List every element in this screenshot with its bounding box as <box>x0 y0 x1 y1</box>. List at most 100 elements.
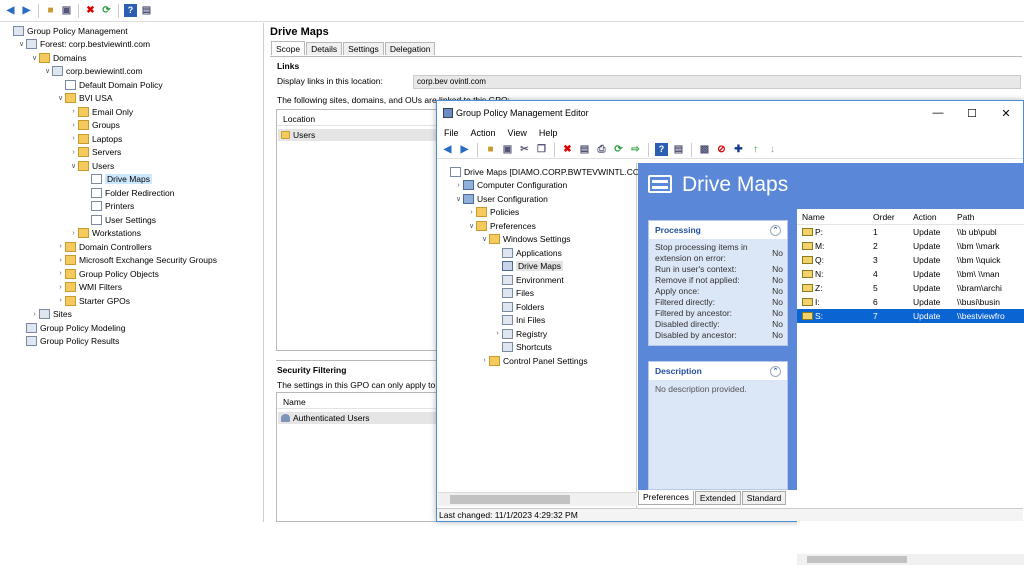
tree-item[interactable]: Files <box>493 287 534 300</box>
list-item[interactable]: S: 7 Update \\bestviewfro <box>797 309 1024 323</box>
tree-item[interactable]: ∨ Windows Settings <box>480 233 571 246</box>
minimize-icon[interactable]: — <box>921 101 955 125</box>
tab-scope[interactable]: Scope <box>271 41 306 55</box>
tree-item[interactable]: ∨ Forest: corp.bestviewintl.com <box>17 38 150 51</box>
tab-delegation[interactable]: Delegation <box>384 42 436 55</box>
menu-help[interactable]: Help <box>539 128 558 138</box>
tree-item[interactable]: ∨ BVI USA <box>56 92 113 105</box>
expanded-chevron-icon[interactable]: ∨ <box>56 94 65 102</box>
collapsed-chevron-icon[interactable]: › <box>467 209 476 216</box>
print-icon[interactable]: ⎙ <box>595 143 608 156</box>
back-icon[interactable]: ◀ <box>441 143 454 156</box>
scrollbar-thumb[interactable] <box>807 556 907 563</box>
up-folder-icon[interactable]: ■ <box>484 143 497 156</box>
collapsed-chevron-icon[interactable]: › <box>56 297 65 304</box>
expanded-chevron-icon[interactable]: ∨ <box>69 162 78 170</box>
cut-icon[interactable]: ✂ <box>518 143 531 156</box>
collapsed-chevron-icon[interactable]: › <box>56 270 65 277</box>
collapsed-chevron-icon[interactable]: › <box>56 257 65 264</box>
list-item[interactable]: P: 1 Update \\b ub\publ <box>797 225 1024 239</box>
tree-item[interactable]: Group Policy Management <box>4 24 128 37</box>
export-icon[interactable]: ⇨ <box>629 143 642 156</box>
tab-details[interactable]: Details <box>306 42 343 55</box>
tree-item[interactable]: Folder Redirection <box>82 186 174 199</box>
tree-item[interactable]: Printers <box>82 200 134 213</box>
tree-item[interactable]: ∨ corp.bewiewintl.com <box>43 65 143 78</box>
location-column-header[interactable]: Location <box>277 110 445 126</box>
tree-item[interactable]: Shortcuts <box>493 341 552 354</box>
refresh-icon[interactable]: ⟳ <box>100 4 113 17</box>
tree-item[interactable]: Folders <box>493 300 544 313</box>
delete-icon[interactable]: ✖ <box>561 143 574 156</box>
list-item[interactable]: Q: 3 Update \\bm \\quick <box>797 253 1024 267</box>
copy-icon[interactable]: ❐ <box>535 143 548 156</box>
collapsed-chevron-icon[interactable]: › <box>454 182 463 189</box>
help-icon[interactable]: ? <box>655 143 668 156</box>
column-action[interactable]: Action <box>913 212 957 222</box>
menu-action[interactable]: Action <box>471 128 496 138</box>
collapse-icon[interactable]: ⌃ <box>770 365 781 377</box>
tree-item[interactable]: Group Policy Results <box>17 335 119 348</box>
collapse-icon[interactable]: ⌃ <box>770 224 781 236</box>
maximize-icon[interactable]: ☐ <box>955 101 989 125</box>
tab-preferences[interactable]: Preferences <box>638 491 694 505</box>
tree-item[interactable]: ∨ Users <box>69 159 114 172</box>
move-down-icon[interactable]: ↓ <box>766 143 779 156</box>
list-item[interactable]: I: 6 Update \\busi\busin <box>797 295 1024 309</box>
tree-item[interactable]: › Starter GPOs <box>56 294 130 307</box>
tree-item[interactable]: › Laptops <box>69 132 122 145</box>
tree-item[interactable]: Applications <box>493 246 562 259</box>
display-links-select[interactable]: corp.bev ovintl.com <box>413 75 1021 89</box>
properties-icon[interactable]: ▤ <box>578 143 591 156</box>
collapsed-chevron-icon[interactable]: › <box>30 311 39 318</box>
column-name[interactable]: Name <box>797 212 873 222</box>
collapsed-chevron-icon[interactable]: › <box>69 108 78 115</box>
table-row[interactable]: Users <box>278 129 444 141</box>
collapsed-chevron-icon[interactable]: › <box>69 230 78 237</box>
tab-extended[interactable]: Extended <box>694 491 741 505</box>
document-icon[interactable]: ▩ <box>698 143 711 156</box>
back-icon[interactable]: ◀ <box>4 4 17 17</box>
tab-settings[interactable]: Settings <box>343 42 384 55</box>
tree-item[interactable]: › Group Policy Objects <box>56 267 159 280</box>
collapsed-chevron-icon[interactable]: › <box>69 122 78 129</box>
collapsed-chevron-icon[interactable]: › <box>480 357 489 364</box>
console-tree-icon[interactable]: ▣ <box>60 4 73 17</box>
expanded-chevron-icon[interactable]: ∨ <box>467 222 476 230</box>
tree-item[interactable]: ∨ Domains <box>30 51 87 64</box>
expanded-chevron-icon[interactable]: ∨ <box>454 195 463 203</box>
forward-icon[interactable]: ▶ <box>20 4 33 17</box>
tree-item[interactable]: Drive Maps <box>493 260 563 273</box>
expanded-chevron-icon[interactable]: ∨ <box>30 54 39 62</box>
delete-icon[interactable]: ✖ <box>84 4 97 17</box>
forward-icon[interactable]: ▶ <box>458 143 471 156</box>
tree-item[interactable]: Group Policy Modeling <box>17 321 126 334</box>
expanded-chevron-icon[interactable]: ∨ <box>17 40 26 48</box>
tree-item[interactable]: › Groups <box>69 119 120 132</box>
tree-horizontal-scrollbar[interactable] <box>438 492 637 506</box>
list-item[interactable]: Z: 5 Update \\bram\archi <box>797 281 1024 295</box>
tree-item[interactable]: Environment <box>493 273 564 286</box>
collapsed-chevron-icon[interactable]: › <box>493 330 502 337</box>
menu-file[interactable]: File <box>444 128 459 138</box>
tree-item[interactable]: Default Domain Policy <box>56 78 163 91</box>
move-up-icon[interactable]: ↑ <box>749 143 762 156</box>
collapsed-chevron-icon[interactable]: › <box>69 135 78 142</box>
tree-item[interactable]: ∨ Preferences <box>467 219 536 232</box>
tree-item[interactable]: Drive Maps <box>82 173 152 186</box>
column-path[interactable]: Path <box>957 212 1024 222</box>
collapsed-chevron-icon[interactable]: › <box>69 149 78 156</box>
tree-item[interactable]: ∨ User Configuration <box>454 192 548 205</box>
tree-item[interactable]: › Email Only <box>69 105 133 118</box>
scrollbar-thumb[interactable] <box>450 495 570 504</box>
tree-item[interactable]: › Domain Controllers <box>56 240 152 253</box>
expanded-chevron-icon[interactable]: ∨ <box>43 67 52 75</box>
name-column-header[interactable]: Name <box>277 393 445 409</box>
list-item[interactable]: N: 4 Update \\bm\ \\man <box>797 267 1024 281</box>
collapsed-chevron-icon[interactable]: › <box>56 243 65 250</box>
up-folder-icon[interactable]: ■ <box>44 4 57 17</box>
console-tree-icon[interactable]: ▣ <box>501 143 514 156</box>
refresh-icon[interactable]: ⟳ <box>612 143 625 156</box>
tab-standard[interactable]: Standard <box>741 491 787 505</box>
tree-item[interactable]: › Microsoft Exchange Security Groups <box>56 254 217 267</box>
